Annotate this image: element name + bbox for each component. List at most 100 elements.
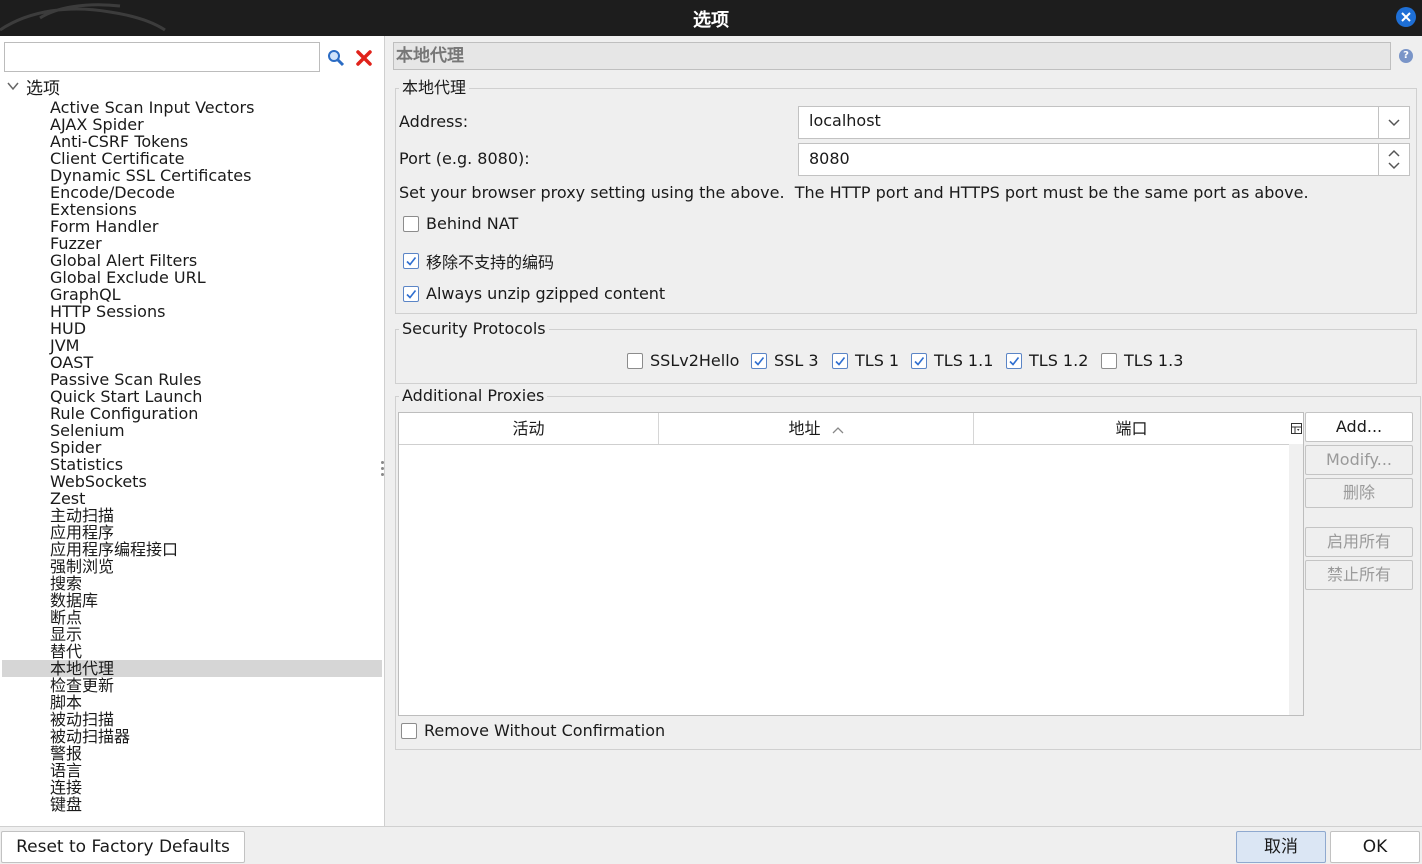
tree-item[interactable]: Selenium [50,422,125,439]
tree-item[interactable]: JVM [50,337,79,354]
chevron-down-icon[interactable] [6,79,20,93]
tree-item[interactable]: 检查更新 [50,677,114,694]
remove-proxy-button[interactable]: 删除 [1305,478,1413,508]
tree-item[interactable]: Dynamic SSL Certificates [50,167,251,184]
tree-item[interactable]: 应用程序 [50,524,114,541]
security-protocols-group-title: Security Protocols [399,319,549,339]
tree-item[interactable]: Zest [50,490,85,507]
enable-all-button[interactable]: 启用所有 [1305,527,1413,557]
protocol-tls13-checkbox[interactable]: TLS 1.3 [1101,351,1183,370]
protocol-label: TLS 1.3 [1124,351,1184,370]
tree-item[interactable]: OAST [50,354,93,371]
protocol-tls11-checkbox[interactable]: TLS 1.1 [911,351,993,370]
reset-to-factory-defaults-button[interactable]: Reset to Factory Defaults [1,831,245,863]
tree-item[interactable]: WebSockets [50,473,147,490]
tree-item[interactable]: 强制浏览 [50,558,114,575]
column-header-address[interactable]: 地址 [659,413,974,444]
tree-item[interactable]: Fuzzer [50,235,102,252]
additional-proxies-table[interactable]: 活动 地址 端口 [398,412,1304,716]
tree-item[interactable]: Encode/Decode [50,184,175,201]
tree-item[interactable]: Extensions [50,201,137,218]
clear-search-icon[interactable] [354,48,374,68]
tree-item[interactable]: Active Scan Input Vectors [50,99,254,116]
behind-nat-checkbox[interactable]: Behind NAT [403,214,518,233]
checkmark-icon [914,356,925,366]
checkbox-box[interactable] [627,352,643,369]
tree-root[interactable]: 选项 [6,76,60,99]
protocol-ssl3-checkbox[interactable]: SSL 3 [751,351,819,370]
checkbox-box[interactable] [1101,352,1117,369]
checkmark-icon [406,257,417,266]
table-header: 活动 地址 端口 [399,413,1289,445]
tree-item[interactable]: 本地代理 [50,660,114,677]
add-proxy-button[interactable]: Add... [1305,412,1413,442]
options-content-pane: 本地代理 ? 本地代理 Address: localhost Port (e.g… [387,36,1422,826]
always-unzip-label: Always unzip gzipped content [426,284,666,303]
checkmark-icon [835,356,846,366]
close-window-button[interactable] [1396,7,1416,27]
tree-item[interactable]: 数据库 [50,592,98,609]
tree-item[interactable]: Rule Configuration [50,405,198,422]
tree-item[interactable]: 被动扫描 [50,711,114,728]
tree-item[interactable]: Anti-CSRF Tokens [50,133,188,150]
checkbox-box[interactable] [911,352,927,369]
address-combobox[interactable]: localhost [798,106,1410,139]
remove-unsupported-encodings-checkbox[interactable]: 移除不支持的编码 [403,249,554,273]
tree-item[interactable]: Statistics [50,456,123,473]
checkbox-box[interactable] [403,285,419,302]
protocol-tls1-checkbox[interactable]: TLS 1 [832,351,899,370]
ok-button[interactable]: OK [1330,831,1420,863]
modify-proxy-button[interactable]: Modify... [1305,445,1413,475]
protocol-sslv2hello-checkbox[interactable]: SSLv2Hello [627,351,739,370]
tree-item[interactable]: 应用程序编程接口 [50,541,178,558]
tree-item[interactable]: 断点 [50,609,82,626]
page-title: 本地代理 [393,42,1391,70]
tree-item[interactable]: Client Certificate [50,150,185,167]
checkbox-box[interactable] [401,722,417,739]
tree-item[interactable]: HUD [50,320,86,337]
remove-without-confirmation-checkbox[interactable]: Remove Without Confirmation [401,721,665,740]
cancel-button[interactable]: 取消 [1236,831,1326,863]
tree-item[interactable]: 连接 [50,779,82,796]
column-chooser-icon[interactable] [1289,413,1303,444]
tree-item[interactable]: GraphQL [50,286,121,303]
column-header-active[interactable]: 活动 [399,413,659,444]
tree-item[interactable]: 替代 [50,643,82,660]
checkbox-box[interactable] [403,215,419,232]
port-stepper-buttons[interactable] [1378,144,1409,175]
tree-item[interactable]: Spider [50,439,101,456]
pane-splitter-handle[interactable] [381,458,385,482]
checkbox-box[interactable] [751,352,767,369]
tree-item[interactable]: 脚本 [50,694,82,711]
tree-item[interactable]: 警报 [50,745,82,762]
checkbox-box[interactable] [1006,352,1022,369]
tree-item[interactable]: 语言 [50,762,82,779]
tree-item[interactable]: Global Alert Filters [50,252,197,269]
tree-item[interactable]: 搜索 [50,575,82,592]
search-icon[interactable] [326,48,346,68]
address-dropdown-button[interactable] [1378,107,1409,138]
protocol-label: TLS 1 [855,351,900,370]
tree-item[interactable]: Form Handler [50,218,158,235]
port-spinner[interactable]: 8080 [798,143,1410,176]
tree-item[interactable]: AJAX Spider [50,116,144,133]
checkbox-box[interactable] [403,253,419,269]
tree-item[interactable]: HTTP Sessions [50,303,165,320]
help-icon[interactable]: ? [1399,49,1413,63]
protocol-tls12-checkbox[interactable]: TLS 1.2 [1006,351,1088,370]
always-unzip-checkbox[interactable]: Always unzip gzipped content [403,284,665,303]
checkbox-box[interactable] [832,352,848,369]
tree-item[interactable]: 主动扫描 [50,507,114,524]
chevron-down-icon [1388,119,1400,127]
tree-item[interactable]: Global Exclude URL [50,269,206,286]
tree-item[interactable]: 键盘 [50,796,82,813]
tree-item[interactable]: Quick Start Launch [50,388,202,405]
tree-item[interactable]: 被动扫描器 [50,728,130,745]
tree-item[interactable]: Passive Scan Rules [50,371,201,388]
table-scrollbar[interactable] [1289,444,1303,715]
tree-item[interactable]: 显示 [50,626,82,643]
search-input[interactable] [4,42,320,72]
disable-all-button[interactable]: 禁止所有 [1305,560,1413,590]
address-label: Address: [399,112,469,131]
column-header-port[interactable]: 端口 [974,413,1289,444]
